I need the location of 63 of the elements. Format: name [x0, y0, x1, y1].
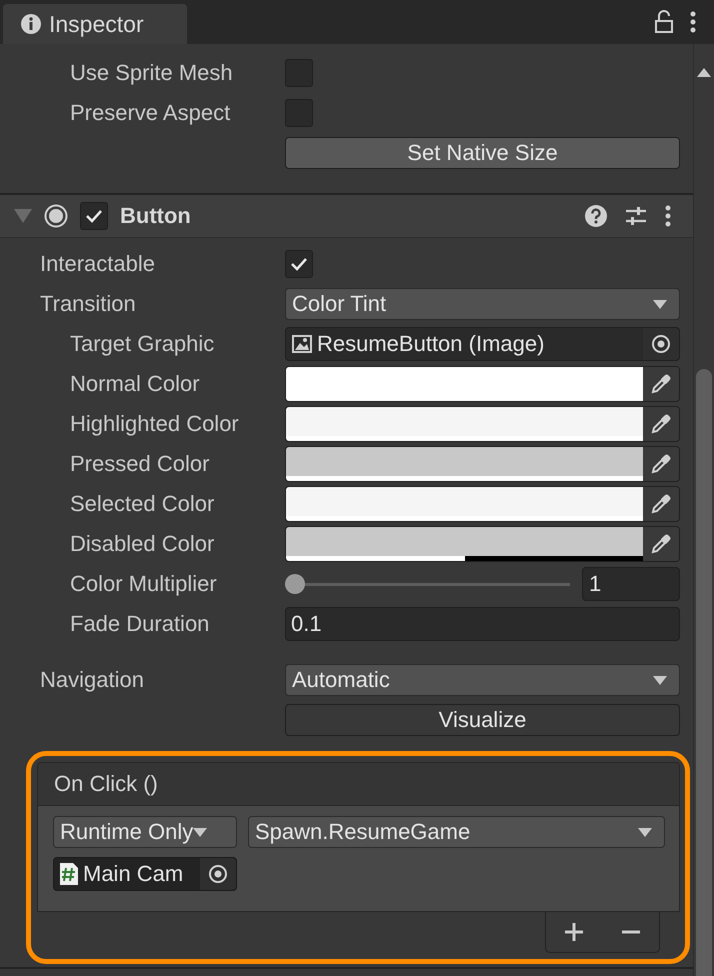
property-label: Interactable [40, 251, 156, 277]
info-icon [21, 14, 41, 34]
visualize-button[interactable]: Visualize [285, 704, 680, 736]
property-label: Fade Duration [70, 611, 210, 637]
add-icon[interactable] [565, 923, 584, 941]
property-label: Use Sprite Mesh [70, 60, 234, 86]
checkbox[interactable] [285, 59, 313, 87]
inspector-tab[interactable]: Inspector [3, 4, 187, 44]
caret-icon [653, 300, 667, 308]
object-field[interactable]: ResumeButton (Image) [285, 327, 680, 361]
property-label: Color Multiplier [70, 571, 218, 597]
checkbox[interactable] [80, 202, 108, 230]
component-title: Button [120, 203, 192, 229]
property-label: Navigation [40, 667, 145, 693]
component-icon [44, 204, 68, 228]
caret-icon [193, 828, 208, 836]
property-label: Highlighted Color [70, 411, 240, 437]
eyedropper-icon [650, 453, 672, 475]
check-icon [85, 209, 103, 223]
object-field[interactable]: Main Cam [53, 857, 237, 891]
help-icon[interactable] [585, 205, 607, 227]
lock-icon[interactable] [654, 10, 674, 34]
event-title: On Click () [54, 771, 158, 797]
color-field[interactable] [285, 406, 680, 442]
target-icon [208, 864, 228, 884]
function-dropdown[interactable]: Spawn.ResumeGame [248, 816, 665, 848]
dropdown[interactable]: Color Tint [285, 288, 680, 320]
more-icon[interactable] [690, 11, 696, 33]
number-field[interactable]: 1 [582, 567, 680, 601]
scroll-up-icon[interactable] [697, 68, 711, 77]
slider-thumb[interactable] [285, 574, 305, 594]
property-label: Normal Color [70, 371, 201, 397]
eyedropper-icon [650, 413, 672, 435]
eyedropper-icon [650, 533, 672, 555]
eyedropper-icon [650, 493, 672, 515]
scrollbar[interactable] [693, 44, 714, 976]
more-icon[interactable] [665, 205, 671, 227]
script-icon [59, 862, 79, 886]
color-field[interactable] [285, 486, 680, 522]
property-label: Disabled Color [70, 531, 216, 557]
property-label: Preserve Aspect [70, 100, 232, 126]
image-icon [291, 334, 313, 354]
dropdown[interactable]: Automatic [285, 664, 680, 696]
color-field[interactable] [285, 366, 680, 402]
target-icon [651, 334, 671, 354]
settings-icon[interactable] [625, 205, 647, 227]
remove-icon[interactable] [622, 930, 640, 934]
eyedropper-icon [650, 373, 672, 395]
property-label: Pressed Color [70, 451, 210, 477]
set-native-size-button[interactable]: Set Native Size [285, 137, 680, 169]
caret-icon [653, 676, 667, 684]
color-field[interactable] [285, 526, 680, 562]
check-icon [290, 257, 308, 271]
number-field[interactable]: 0.1 [285, 607, 680, 641]
mode-dropdown[interactable]: Runtime Only [53, 816, 237, 848]
caret-icon [638, 828, 652, 836]
checkbox[interactable] [285, 99, 313, 127]
checkbox[interactable] [285, 250, 313, 278]
property-label: Transition [40, 291, 137, 317]
color-field[interactable] [285, 446, 680, 482]
component-header[interactable]: Button [0, 195, 693, 238]
property-label: Target Graphic [70, 331, 216, 357]
property-label: Selected Color [70, 491, 216, 517]
